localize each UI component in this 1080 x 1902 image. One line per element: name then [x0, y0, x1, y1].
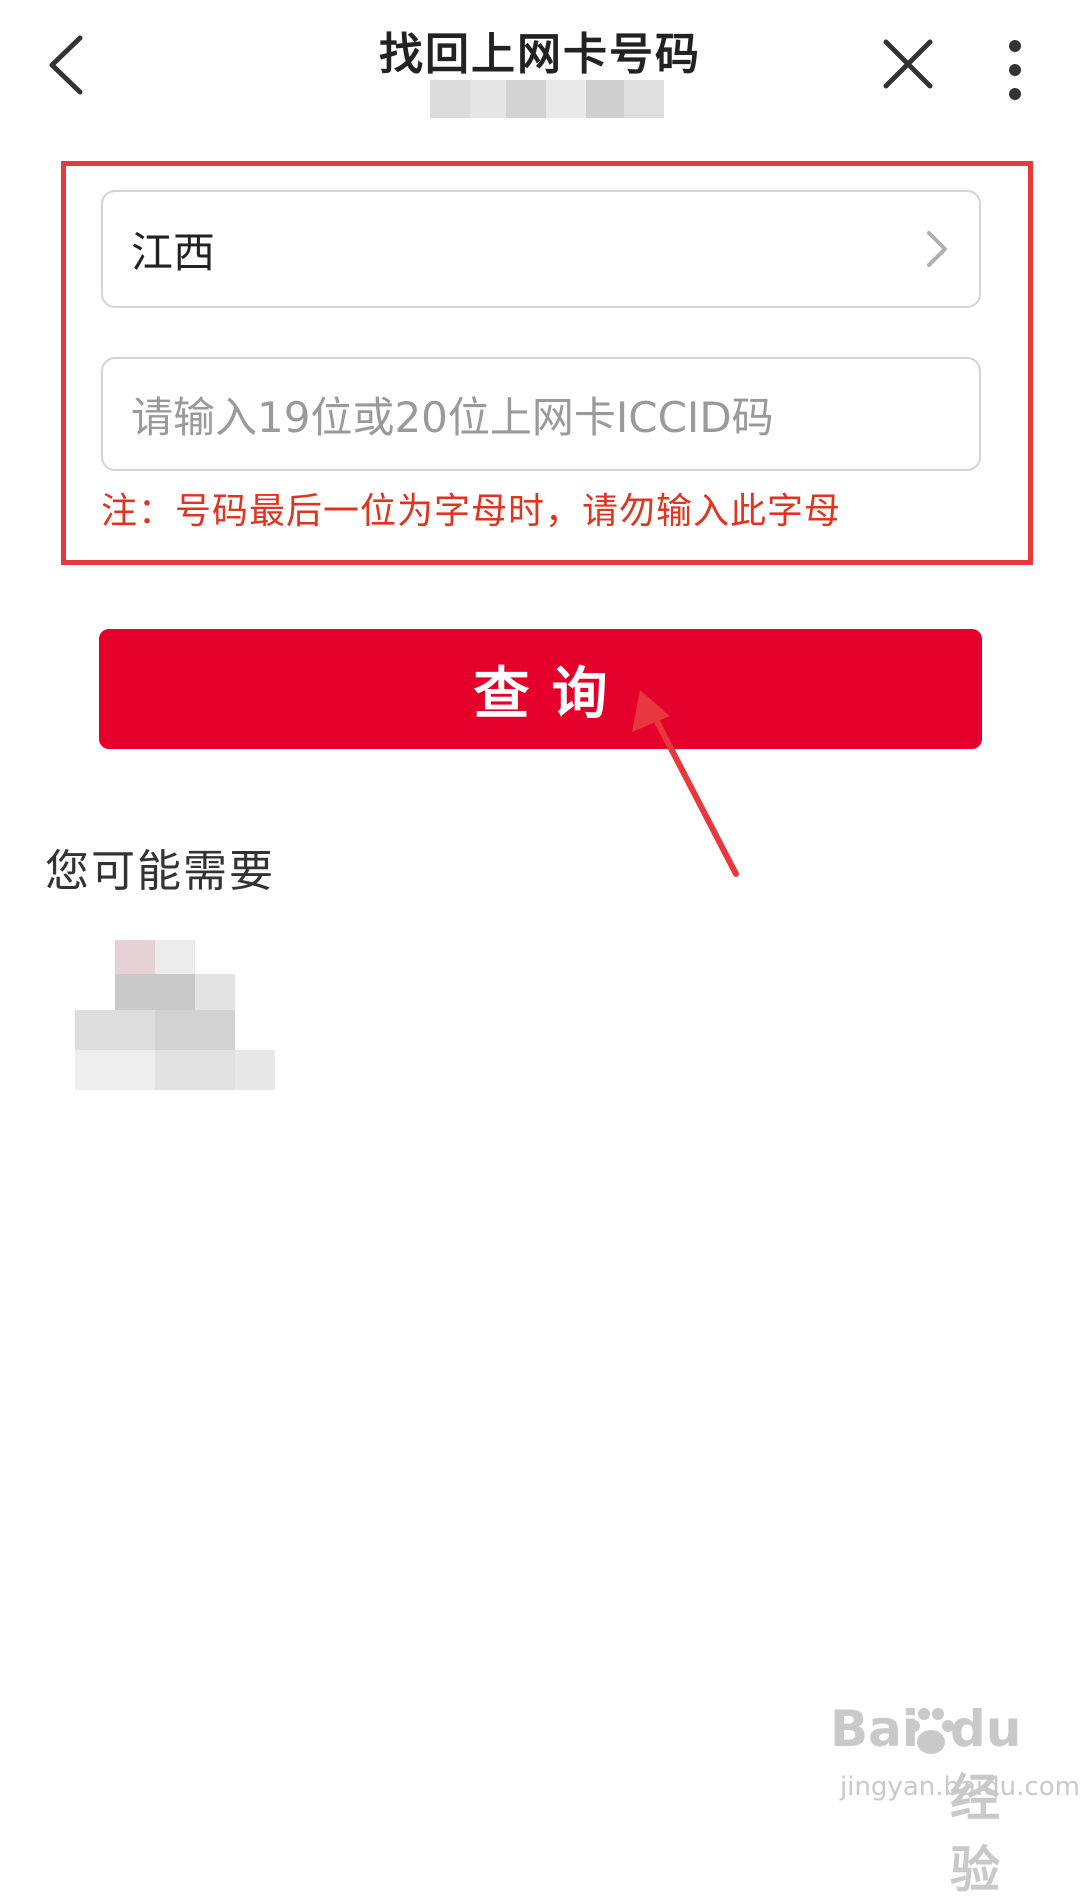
back-arrow-icon	[49, 35, 83, 95]
top-bar: 找回上网卡号码	[0, 0, 1080, 140]
baidu-jingyan-watermark: Bai du经验 jingyan.baidu.com	[830, 1700, 1080, 1899]
recommendations-heading: 您可能需要	[45, 846, 275, 897]
watermark-url: jingyan.baidu.com	[840, 1772, 1080, 1802]
more-options-button[interactable]	[1000, 38, 1030, 102]
query-button[interactable]: 查询	[99, 629, 982, 749]
input-note: 注：号码最后一位为字母时，请勿输入此字母	[101, 491, 842, 532]
back-button[interactable]	[38, 30, 98, 100]
page-title: 找回上网卡号码	[379, 29, 701, 80]
iccid-input[interactable]: 请输入19位或20位上网卡ICCID码	[101, 357, 981, 471]
close-button[interactable]	[880, 36, 936, 92]
more-vertical-icon	[1009, 40, 1021, 100]
recommendation-item-blurred[interactable]	[75, 940, 285, 1090]
iccid-placeholder: 请输入19位或20位上网卡ICCID码	[131, 392, 774, 442]
province-value: 江西	[131, 227, 216, 277]
province-selector[interactable]: 江西	[101, 190, 981, 308]
query-button-label: 查询	[473, 661, 630, 727]
blurred-phone-number	[430, 80, 664, 118]
chevron-right-icon	[927, 231, 947, 267]
annotation-arrow-icon	[632, 690, 739, 877]
close-icon	[883, 39, 933, 89]
